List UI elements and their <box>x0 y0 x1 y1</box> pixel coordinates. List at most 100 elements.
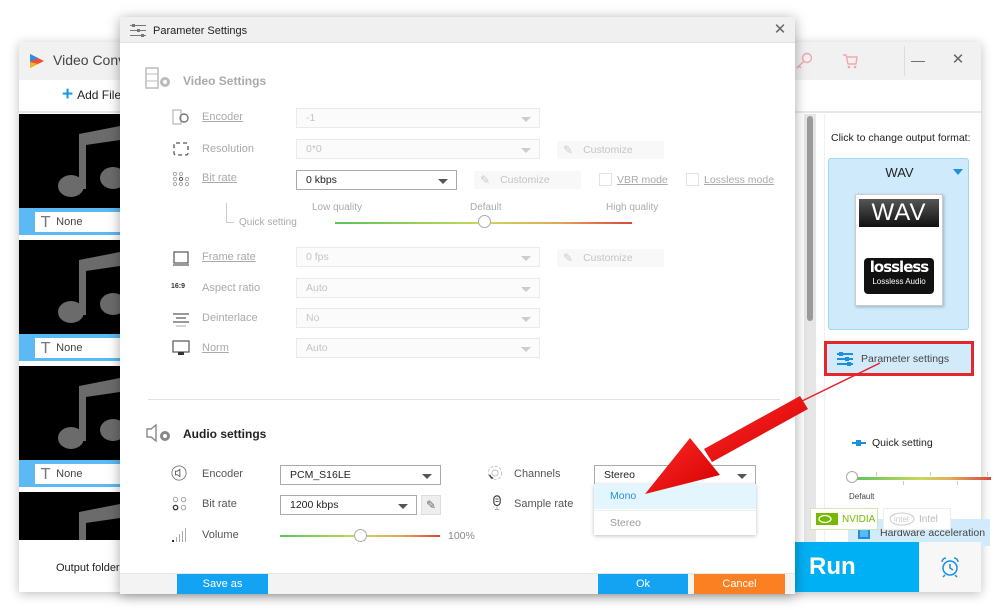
slider-tick <box>987 472 988 476</box>
deinterlace-select[interactable]: No <box>296 308 540 328</box>
volume-value: 100% <box>448 530 475 542</box>
text-icon: T <box>41 339 51 357</box>
output-format-selector[interactable]: WAV WAV lossless Lossless Audio <box>828 158 969 330</box>
aspect-ratio-icon: 16:9 <box>171 283 186 290</box>
video-encoder-label: Encoder <box>202 111 243 123</box>
microphone-icon <box>493 495 501 510</box>
checkbox-box[interactable] <box>599 173 612 186</box>
ok-button[interactable]: Ok <box>598 574 688 594</box>
text-icon: T <box>41 465 51 483</box>
channels-dropdown: Mono Stereo <box>594 484 756 535</box>
section-divider <box>148 399 780 400</box>
resolution-select[interactable]: 0*0 <box>296 139 540 159</box>
bitrate-customize-button[interactable]: ✎ Customize <box>474 171 581 189</box>
resolution-icon <box>173 142 189 156</box>
sample-rate-label: Sample rate <box>514 498 574 510</box>
file-list-item[interactable]: T None <box>19 366 120 492</box>
output-panel-content: Click to change output format: WAV WAV l… <box>824 114 991 546</box>
frame-rate-customize-button[interactable]: ✎ Customize <box>557 249 664 267</box>
quick-setting-slider-thumb[interactable] <box>846 471 858 483</box>
video-settings-icon <box>145 67 170 89</box>
subtitle-bar: T None <box>19 208 120 235</box>
deinterlace-value: No <box>306 312 320 324</box>
file-list-item[interactable] <box>19 492 120 540</box>
nvidia-button[interactable]: NVIDIA <box>810 508 878 530</box>
slider-tick <box>930 472 931 476</box>
channels-select[interactable]: Stereo <box>594 465 756 485</box>
audio-bitrate-value: 1200 kbps <box>290 499 339 511</box>
audio-encoder-select[interactable]: PCM_S16LE <box>280 465 441 485</box>
quick-setting-label: Quick setting <box>852 437 933 449</box>
volume-slider-thumb[interactable] <box>354 529 367 542</box>
video-encoder-select[interactable]: -1 <box>296 108 540 128</box>
video-bitrate-select[interactable]: 0 kbps <box>296 170 457 190</box>
pencil-icon: ✎ <box>425 498 437 512</box>
channels-icon <box>487 465 503 481</box>
caret-down-icon <box>398 504 408 509</box>
output-format-caption: Click to change output format: <box>831 132 971 144</box>
norm-label: Norm <box>202 342 229 354</box>
parameter-settings-label: Parameter settings <box>861 352 950 365</box>
minimize-button[interactable]: — <box>909 50 927 70</box>
save-as-button[interactable]: Save as <box>177 574 268 594</box>
audio-settings-icon <box>146 423 170 443</box>
svg-text:intel: intel <box>894 515 909 524</box>
subtitle-select[interactable]: T None <box>35 212 120 232</box>
scrollbar-thumb[interactable] <box>807 116 813 321</box>
checkbox-box[interactable] <box>686 173 699 186</box>
alarm-button[interactable] <box>919 542 981 592</box>
app-logo-icon <box>30 54 44 68</box>
subtitle-select[interactable]: T None <box>35 464 120 484</box>
text-icon: T <box>41 213 51 231</box>
file-list-item[interactable]: T None <box>19 240 120 366</box>
lossless-mode-checkbox[interactable]: Lossless mode <box>686 173 774 186</box>
add-files-button[interactable]: + Add Files <box>62 85 127 104</box>
high-quality-label: High quality <box>606 202 659 213</box>
sliders-icon <box>837 351 853 366</box>
key-icon[interactable] <box>794 51 814 71</box>
video-bitrate-label: Bit rate <box>202 172 237 184</box>
caret-down-icon <box>521 317 531 322</box>
deinterlace-icon <box>173 313 189 327</box>
dialog-close-button[interactable]: ✕ <box>772 21 788 39</box>
parameter-settings-dialog: Parameter Settings ✕ Video Settings Enco… <box>120 17 795 594</box>
quick-setting-slider-track[interactable] <box>851 477 991 480</box>
bitrate-edit-button[interactable]: ✎ <box>421 495 441 515</box>
customize-label: Customize <box>583 252 633 264</box>
caret-down-icon <box>521 117 531 122</box>
lossless-badge: lossless Lossless Audio <box>864 258 934 294</box>
audio-bitrate-select[interactable]: 1200 kbps <box>280 495 417 515</box>
titlebar-divider <box>904 46 905 76</box>
run-button[interactable]: Run <box>794 542 919 592</box>
video-quality-slider-thumb[interactable] <box>477 215 491 228</box>
pencil-icon: ✎ <box>563 143 574 157</box>
norm-monitor-icon <box>172 340 190 355</box>
channels-option-mono[interactable]: Mono <box>594 484 756 509</box>
parameter-settings-button[interactable]: Parameter settings <box>824 341 974 376</box>
encoder-icon <box>172 109 189 125</box>
vbr-mode-label: VBR mode <box>617 173 668 186</box>
file-list-item[interactable]: T None <box>19 114 120 240</box>
subtitle-select[interactable]: T None <box>35 338 120 358</box>
customize-label: Customize <box>500 174 550 186</box>
app-close-button[interactable]: ✕ <box>949 50 967 70</box>
alarm-clock-icon <box>941 557 959 578</box>
cart-icon[interactable] <box>841 52 859 70</box>
intel-button[interactable]: intel Intel <box>883 508 951 530</box>
intel-logo-icon: intel <box>889 512 915 526</box>
frame-rate-icon <box>173 251 189 266</box>
caret-down-icon <box>521 347 531 352</box>
vbr-mode-checkbox[interactable]: VBR mode <box>599 173 668 186</box>
file-thumbnail <box>19 114 120 208</box>
nvidia-logo-icon <box>816 513 838 525</box>
channels-label: Channels <box>514 468 561 480</box>
resolution-customize-button[interactable]: ✎ Customize <box>557 141 664 159</box>
frame-rate-select[interactable]: 0 fps <box>296 247 540 267</box>
cancel-button[interactable]: Cancel <box>694 574 785 594</box>
aspect-ratio-select[interactable]: Auto <box>296 278 540 298</box>
intel-label: Intel <box>919 513 938 525</box>
norm-select[interactable]: Auto <box>296 338 540 358</box>
scrollbar[interactable] <box>804 114 816 542</box>
caret-down-icon <box>438 179 448 184</box>
channels-option-stereo[interactable]: Stereo <box>594 510 756 535</box>
